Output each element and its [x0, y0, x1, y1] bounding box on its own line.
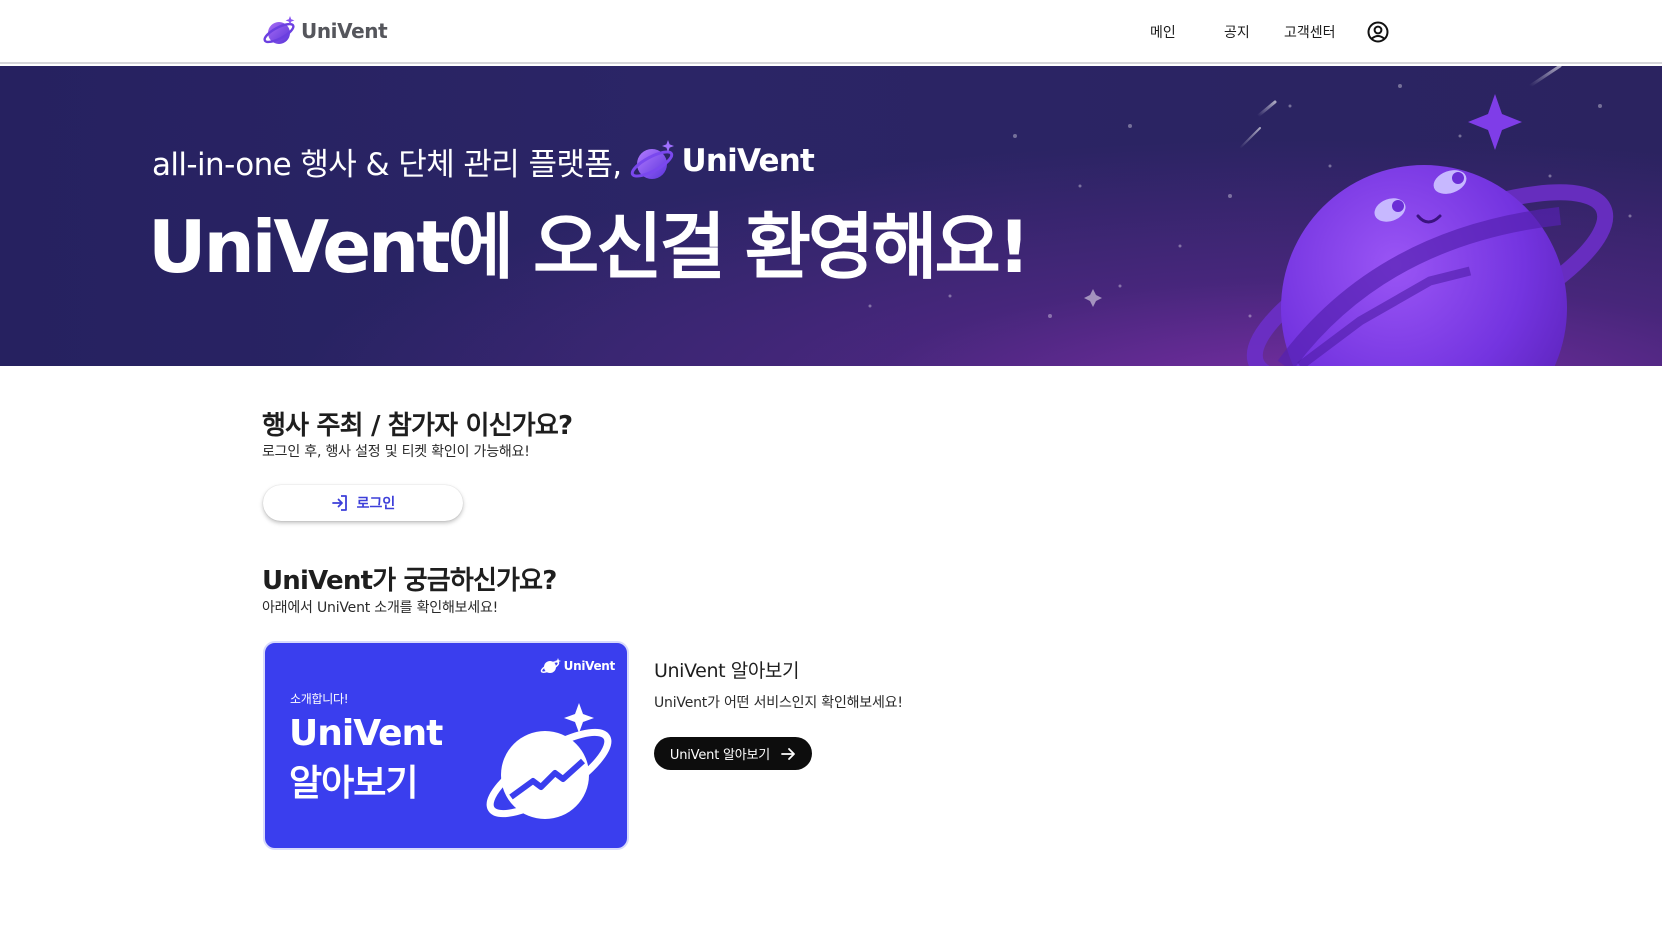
- nav-item-main[interactable]: 메인: [1150, 22, 1176, 42]
- card-brand-name: UniVent: [563, 659, 616, 673]
- main-nav: 메인 공지 고객센터: [0, 22, 1662, 42]
- nav-item-support[interactable]: 고객센터: [1284, 22, 1336, 42]
- nav-item-notice[interactable]: 공지: [1224, 22, 1250, 42]
- login-arrow-icon: [331, 495, 347, 511]
- organizer-section-description: 로그인 후, 행사 설정 및 티켓 확인이 가능해요!: [262, 444, 530, 460]
- user-circle-icon[interactable]: [1367, 21, 1389, 43]
- explore-title: UniVent 알아보기: [654, 660, 800, 682]
- explore-button-label: UniVent 알아보기: [669, 748, 771, 763]
- planet-logo-icon: [540, 658, 561, 673]
- hero-subtitle: all-in-one 행사 & 단체 관리 플랫폼, UniVent: [152, 138, 815, 184]
- planet-illustration-icon: [486, 703, 612, 819]
- login-button-label: 로그인: [356, 496, 396, 512]
- hero-banner: all-in-one 행사 & 단체 관리 플랫폼, UniVent UniVe…: [0, 66, 1662, 366]
- card-small-text: 소개합니다!: [290, 692, 349, 706]
- about-section-title: UniVent가 궁금하신가요?: [262, 566, 557, 596]
- card-headline-1: UniVent: [289, 713, 443, 754]
- planet-logo-icon: [630, 140, 674, 179]
- explore-univent-button[interactable]: UniVent 알아보기: [654, 737, 812, 770]
- top-header: UniVent 메인 공지 고객센터: [0, 0, 1662, 64]
- hero-subtitle-text: all-in-one 행사 & 단체 관리 플랫폼,: [152, 146, 622, 183]
- hero-title: UniVent에 오신걸 환영해요!: [148, 205, 1031, 289]
- arrow-right-icon: [781, 747, 795, 760]
- card-headline-2: 알아보기: [289, 763, 418, 804]
- intro-card[interactable]: UniVent 소개합니다! UniVent 알아보기: [263, 641, 629, 850]
- explore-description: UniVent가 어떤 서비스인지 확인해보세요!: [654, 695, 903, 711]
- login-button[interactable]: 로그인: [263, 485, 463, 521]
- card-brand: UniVent: [540, 657, 615, 675]
- about-section-description: 아래에서 UniVent 소개를 확인해보세요!: [262, 600, 499, 616]
- organizer-section-title: 행사 주최 / 참가자 이신가요?: [262, 411, 573, 441]
- hero-subtitle-brand: UniVent: [681, 143, 815, 179]
- sparkle-star-icon: [1468, 94, 1522, 150]
